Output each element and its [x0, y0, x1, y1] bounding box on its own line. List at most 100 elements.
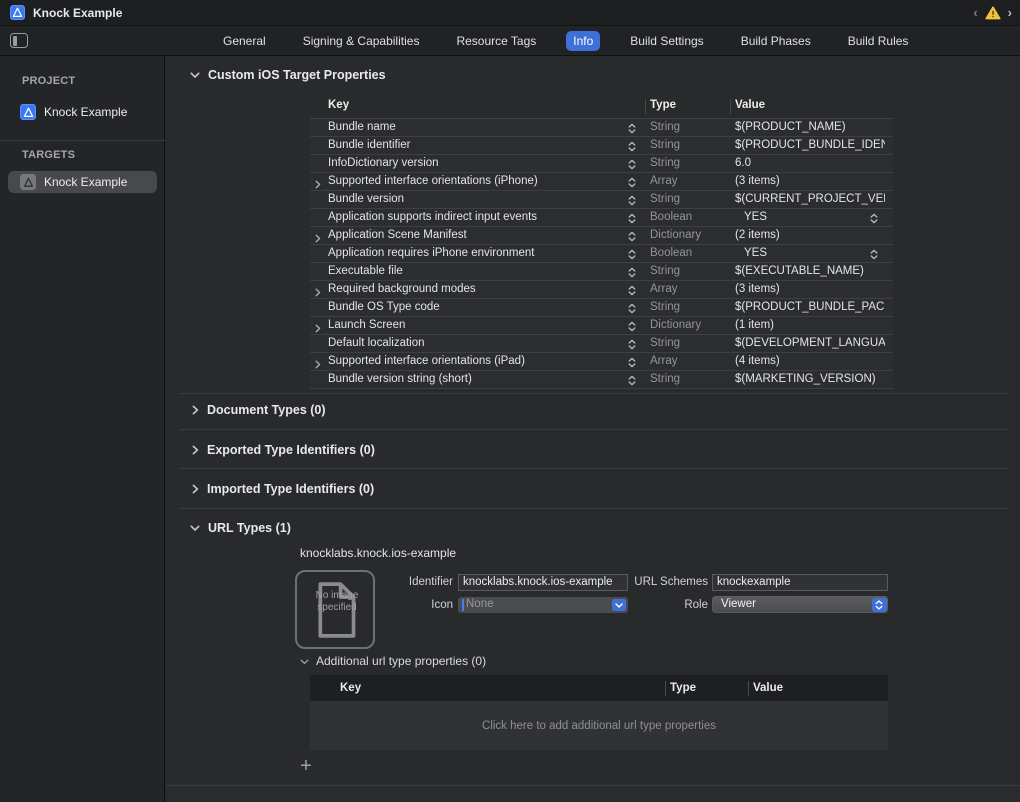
property-type[interactable]: Boolean	[650, 209, 692, 226]
project-icon	[20, 104, 36, 120]
stepper-icon[interactable]	[628, 375, 636, 392]
property-value[interactable]: (4 items)	[735, 353, 885, 370]
property-value[interactable]: $(PRODUCT_BUNDLE_PACKA	[735, 299, 885, 316]
property-type[interactable]: String	[650, 263, 680, 280]
table-row[interactable]: Supported interface orientations (iPhone…	[310, 172, 893, 190]
property-value[interactable]: 6.0	[735, 155, 885, 172]
property-value[interactable]: $(MARKETING_VERSION)	[735, 371, 885, 388]
tab-resource-tags[interactable]: Resource Tags	[449, 31, 543, 51]
property-key: Default localization	[328, 335, 425, 352]
url-schemes-field[interactable]: knockexample	[712, 574, 888, 591]
property-value[interactable]: (1 item)	[735, 317, 885, 334]
icon-combo-box[interactable]: None	[458, 597, 628, 613]
table-row[interactable]: InfoDictionary versionString6.0	[310, 154, 893, 172]
property-type[interactable]: Array	[650, 353, 677, 370]
identifier-field[interactable]: knocklabs.knock.ios-example	[458, 574, 628, 591]
tab-build-phases[interactable]: Build Phases	[734, 31, 818, 51]
properties-table-body: Bundle name String $(PRODUCT_NAME)Bundle i…	[310, 118, 893, 389]
chevron-right-icon	[192, 484, 199, 494]
property-value[interactable]: $(PRODUCT_NAME)	[735, 119, 885, 136]
column-separator	[748, 681, 749, 696]
property-type[interactable]: Dictionary	[650, 317, 701, 334]
xcode-window: Knock Example ‹ › General Signing & Capab…	[0, 0, 1020, 802]
property-type[interactable]: String	[650, 371, 680, 388]
role-popup-button[interactable]: Viewer	[712, 596, 888, 613]
property-key: Bundle version	[328, 191, 404, 208]
targets-section-label: TARGETS	[22, 149, 75, 161]
table-row[interactable]: Bundle identifierString$(PRODUCT_BUNDLE_…	[310, 136, 893, 154]
column-header-value: Value	[735, 99, 765, 111]
property-value[interactable]: $(CURRENT_PROJECT_VERS	[735, 191, 885, 208]
table-row[interactable]: Launch ScreenDictionary(1 item)	[310, 316, 893, 334]
property-key: Bundle version string (short)	[328, 371, 472, 388]
property-type[interactable]: String	[650, 335, 680, 352]
table-row[interactable]: Executable fileString$(EXECUTABLE_NAME)	[310, 262, 893, 280]
property-value[interactable]: (2 items)	[735, 227, 885, 244]
table-row[interactable]: Bundle version String $(CURRENT_PROJECT_VE…	[310, 190, 893, 208]
column-separator	[730, 99, 731, 114]
section-header-exported-type-identifiers-0[interactable]: Exported Type Identifiers (0)	[192, 442, 375, 458]
warning-badge-icon[interactable]	[985, 6, 1001, 20]
table-row[interactable]: Application Scene ManifestDictionary(2 i…	[310, 226, 893, 244]
project-section-label: PROJECT	[22, 75, 75, 87]
tab-strip: General Signing & Capabilities Resource Ta…	[216, 26, 915, 56]
tab-info[interactable]: Info	[566, 31, 600, 51]
property-key: Bundle OS Type code	[328, 299, 440, 316]
property-type[interactable]: String	[650, 137, 680, 154]
additional-properties-header[interactable]: Additional url type properties (0)	[300, 652, 486, 670]
editor-tab-bar: General Signing & Capabilities Resource Ta…	[0, 26, 1020, 56]
column-separator	[645, 99, 646, 114]
table-row[interactable]: Default localization String $(DEVELOPMENT_…	[310, 334, 893, 352]
table-row[interactable]: Bundle name String $(PRODUCT_NAME)	[310, 118, 893, 136]
property-value[interactable]: $(DEVELOPMENT_LANGUAGI	[735, 335, 885, 352]
section-header-document-types-0[interactable]: Document Types (0)	[192, 402, 326, 418]
tab-build-rules[interactable]: Build Rules	[841, 31, 916, 51]
sidebar-item-target[interactable]: Knock Example	[8, 171, 157, 193]
table-row[interactable]: Required background modesArray(3 items)	[310, 280, 893, 298]
info-editor-pane: Custom iOS Target Properties Key Type Va…	[166, 56, 1020, 802]
property-type[interactable]: String	[650, 155, 680, 172]
property-key: Supported interface orientations (iPad)	[328, 353, 525, 370]
table-row[interactable]: Application supports indirect input even…	[310, 208, 893, 226]
property-type[interactable]: String	[650, 299, 680, 316]
title-bar: Knock Example ‹ ›	[0, 0, 1020, 26]
property-key: Bundle name	[328, 119, 396, 136]
section-header-url-types[interactable]: URL Types (1)	[190, 520, 291, 536]
property-type[interactable]: String	[650, 191, 680, 208]
section-header-imported-type-identifiers-0[interactable]: Imported Type Identifiers (0)	[192, 481, 374, 497]
role-popup-value: Viewer	[721, 598, 756, 610]
tab-general[interactable]: General	[216, 31, 273, 51]
xcode-project-icon	[10, 5, 25, 20]
tab-build-settings[interactable]: Build Settings	[623, 31, 710, 51]
property-key: Application requires iPhone environment	[328, 245, 534, 262]
table-row[interactable]: Application requires iPhone environment B…	[310, 244, 893, 262]
property-value[interactable]: (3 items)	[735, 173, 885, 190]
sidebar-item-project[interactable]: Knock Example	[8, 101, 157, 123]
column-header-type: Type	[650, 99, 676, 111]
property-value[interactable]: $(EXECUTABLE_NAME)	[735, 263, 885, 280]
tab-signing-capabilities[interactable]: Signing & Capabilities	[296, 31, 427, 51]
chevron-down-icon	[190, 525, 200, 532]
property-type[interactable]: String	[650, 119, 680, 136]
section-divider	[180, 508, 1008, 509]
section-header-custom-ios-target-properties[interactable]: Custom iOS Target Properties	[190, 67, 386, 83]
additional-table-header: Key Type Value	[310, 675, 888, 701]
target-item-label: Knock Example	[44, 175, 127, 189]
table-row[interactable]: Supported interface orientations (iPad) A…	[310, 352, 893, 370]
property-type[interactable]: Array	[650, 173, 677, 190]
table-row[interactable]: Bundle OS Type code String $(PRODUCT_BUNDL…	[310, 298, 893, 316]
forward-chevron-icon[interactable]: ›	[1008, 4, 1012, 22]
property-type[interactable]: Boolean	[650, 245, 692, 262]
property-value[interactable]: (3 items)	[735, 281, 885, 298]
additional-table-empty-area[interactable]: Click here to add additional url type pr…	[310, 701, 888, 750]
back-chevron-icon[interactable]: ‹	[973, 4, 977, 22]
property-value[interactable]: $(PRODUCT_BUNDLE_IDENT	[735, 137, 885, 154]
sidebar-toggle-icon[interactable]	[10, 33, 28, 48]
property-type[interactable]: Array	[650, 281, 677, 298]
section-divider	[180, 393, 1008, 394]
property-key: Application supports indirect input even…	[328, 209, 537, 226]
chevron-down-icon	[300, 652, 309, 670]
property-type[interactable]: Dictionary	[650, 227, 701, 244]
add-url-type-button[interactable]: +	[296, 757, 316, 777]
table-row[interactable]: Bundle version string (short) String $(MAR…	[310, 370, 893, 388]
